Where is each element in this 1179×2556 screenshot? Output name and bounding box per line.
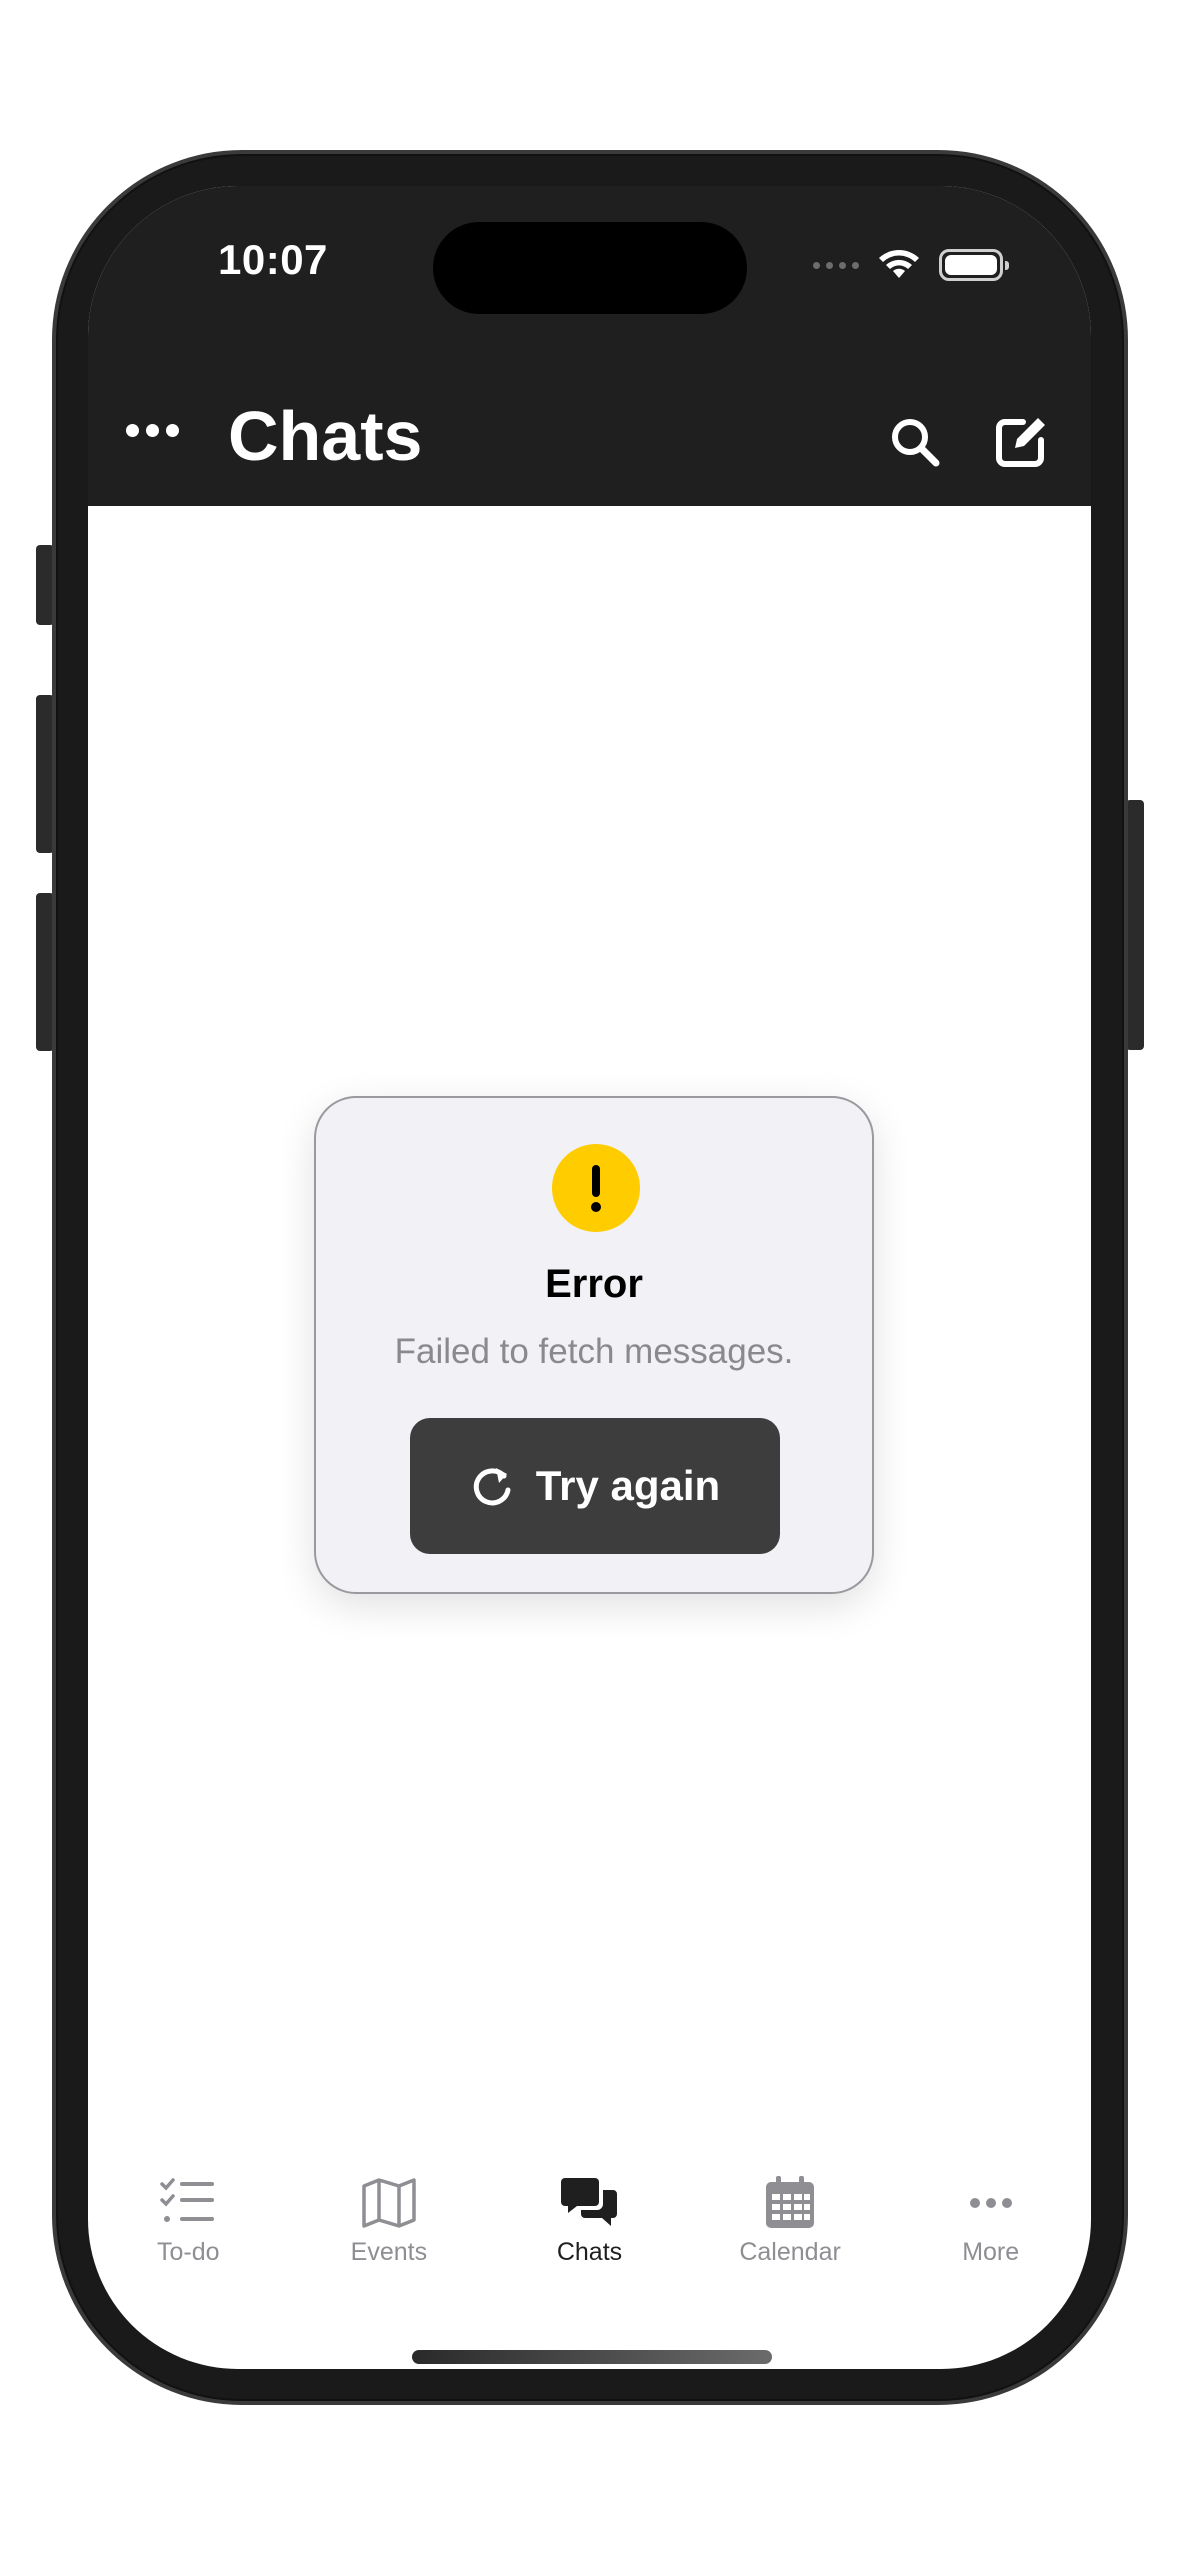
refresh-icon: [473, 1468, 511, 1506]
dynamic-island: [433, 222, 747, 314]
more-dots-icon: [969, 2198, 1012, 2208]
warning-icon: [552, 1144, 640, 1232]
tab-label: Events: [350, 2238, 428, 2266]
nav-bar: Chats: [88, 386, 1091, 496]
page-title: Chats: [228, 397, 423, 475]
error-message: Failed to fetch messages.: [394, 1332, 794, 1371]
tab-label: Chats: [556, 2238, 623, 2266]
header: 10:07 Chats: [88, 186, 1091, 506]
tab-chats[interactable]: Chats: [489, 2176, 690, 2316]
checklist-icon: [160, 2178, 215, 2222]
tab-to-do[interactable]: To-do: [88, 2176, 289, 2316]
error-card: Error Failed to fetch messages. Try agai…: [314, 1096, 874, 1594]
try-again-label: Try again: [535, 1462, 721, 1509]
cellular-signal-icon: [813, 261, 859, 269]
power-button: [1126, 800, 1144, 1050]
tab-more[interactable]: More: [890, 2176, 1091, 2316]
tab-label: More: [962, 2238, 1020, 2266]
battery-icon: [939, 249, 1009, 281]
try-again-button[interactable]: Try again: [410, 1418, 780, 1554]
status-icons: [813, 248, 1009, 282]
calendar-icon: [766, 2176, 815, 2228]
home-indicator[interactable]: [412, 2350, 772, 2364]
chat-bubbles-icon: [561, 2178, 618, 2226]
tab-calendar[interactable]: Calendar: [690, 2176, 891, 2316]
tab-events[interactable]: Events: [289, 2176, 490, 2316]
compose-icon[interactable]: [993, 412, 1051, 470]
status-time: 10:07: [218, 236, 328, 283]
wifi-icon: [879, 250, 919, 278]
map-icon: [362, 2178, 416, 2228]
more-options-button[interactable]: [126, 424, 179, 437]
tab-label: Calendar: [739, 2238, 841, 2266]
tab-bar: To-do Events Chats Calendar More: [88, 2176, 1091, 2316]
screen: 10:07 Chats Error Failed to fetch messag…: [88, 186, 1091, 2369]
error-title: Error: [545, 1262, 643, 1306]
search-icon[interactable]: [887, 414, 943, 470]
tab-label: To-do: [157, 2238, 220, 2266]
